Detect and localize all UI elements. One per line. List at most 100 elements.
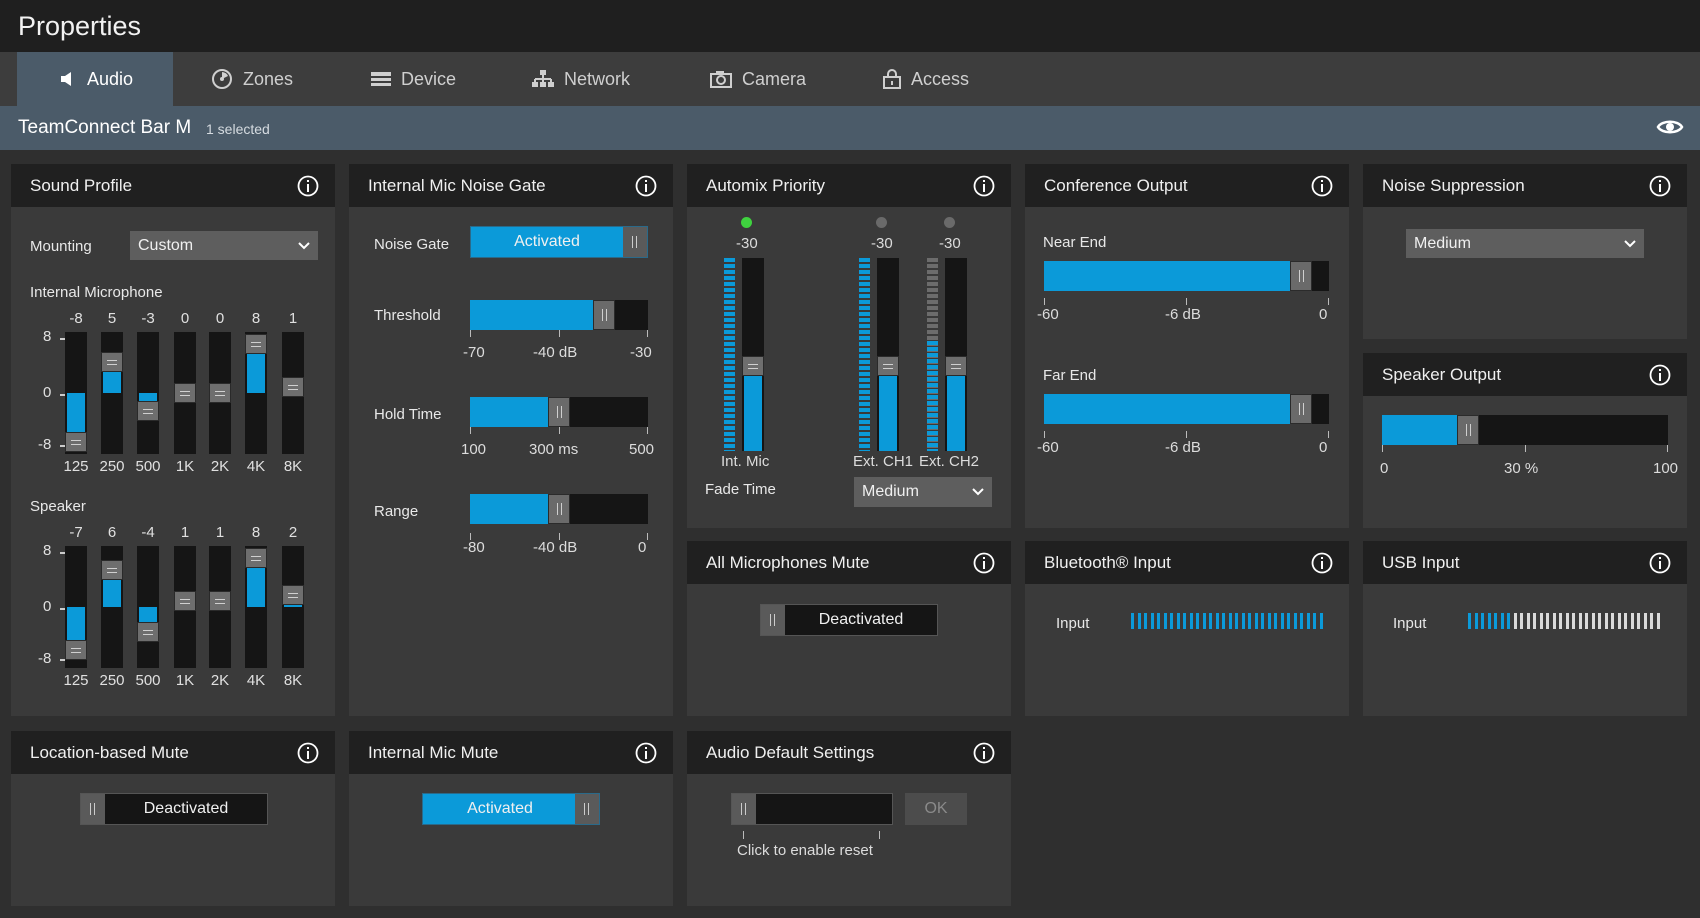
sound-profile-panel: Sound Profile Mounting Custom Internal M… (11, 164, 335, 716)
eq-knob[interactable] (101, 560, 123, 581)
far-end-slider[interactable] (1044, 394, 1329, 424)
info-icon[interactable] (973, 742, 995, 764)
slider-knob[interactable] (548, 397, 570, 427)
meter-segment (1552, 613, 1556, 629)
tab-audio[interactable]: Audio (17, 52, 173, 106)
fade-time-label: Fade Time (705, 481, 776, 498)
meter-segment (1546, 613, 1549, 629)
eq-knob[interactable] (65, 639, 87, 660)
eq-gain-value: 1 (180, 524, 190, 541)
fade-time-dropdown[interactable]: Medium (854, 477, 992, 507)
tab-network-label: Network (564, 68, 631, 89)
near-end-slider[interactable] (1044, 261, 1329, 291)
eq-knob[interactable] (245, 548, 267, 568)
meter-segment (1196, 613, 1199, 629)
fader-knob[interactable] (877, 356, 899, 376)
inactive-led (876, 217, 887, 228)
eq-knob[interactable] (209, 590, 231, 611)
eq-band-slider[interactable] (209, 546, 231, 668)
noise-gate-label: Noise Gate (374, 236, 450, 253)
tab-zones[interactable]: Zones (211, 52, 341, 106)
info-icon[interactable] (297, 742, 319, 764)
all-mics-mute-toggle[interactable]: Deactivated (760, 604, 938, 636)
far-end-label: Far End (1043, 367, 1097, 384)
threshold-slider[interactable] (470, 300, 648, 330)
tab-network[interactable]: Network (532, 52, 672, 106)
tab-access[interactable]: Access (883, 52, 1013, 106)
threshold-value: -40 dB (533, 344, 578, 361)
tick-mark (1186, 431, 1187, 438)
hold-time-slider[interactable] (470, 397, 648, 427)
location-mute-toggle[interactable]: Deactivated (80, 793, 268, 825)
info-icon[interactable] (1649, 364, 1671, 386)
tab-bar: Audio Zones Device Network Camera Access (0, 52, 1700, 106)
toggle-knob (623, 227, 647, 257)
eq-band-slider[interactable] (282, 546, 304, 668)
eq-scale-bottom: -8 (38, 650, 52, 667)
slider-knob[interactable] (592, 300, 615, 330)
fader-knob[interactable] (945, 356, 967, 376)
eq-band-slider[interactable] (137, 546, 159, 668)
reset-slider-knob[interactable] (732, 794, 756, 824)
int-mic-fader[interactable] (742, 258, 764, 451)
info-icon[interactable] (1649, 175, 1671, 197)
meter-segment (1585, 613, 1588, 629)
info-icon[interactable] (635, 742, 657, 764)
tab-camera[interactable]: Camera (710, 52, 840, 106)
meter-segment (1624, 613, 1627, 629)
eq-freq-label: 4K (246, 672, 266, 689)
speaker-output-slider[interactable] (1382, 415, 1668, 445)
fader-fill (744, 366, 762, 451)
eq-band-slider[interactable] (174, 546, 196, 668)
range-min: -80 (463, 539, 485, 556)
meter-segment (1215, 613, 1219, 629)
ext-ch1-fader[interactable] (877, 258, 899, 451)
title-bar: Properties (0, 0, 1700, 52)
reset-slider[interactable] (731, 793, 893, 825)
meter-level (927, 341, 938, 451)
slider-knob[interactable] (1289, 394, 1312, 424)
meter-segment (1500, 613, 1504, 629)
inactive-led (944, 217, 955, 228)
meter-segment (1300, 613, 1303, 629)
panel-title: Internal Mic Mute (368, 743, 499, 762)
device-bar: TeamConnect Bar M 1 selected (0, 106, 1700, 150)
eq-gain-value: 6 (107, 524, 117, 541)
far-end-max: 0 (1319, 439, 1328, 456)
noise-gate-toggle[interactable]: Activated (470, 226, 648, 258)
info-icon[interactable] (1311, 552, 1333, 574)
tick-mark (559, 427, 560, 434)
info-icon[interactable] (1649, 552, 1671, 574)
range-slider[interactable] (470, 494, 648, 524)
eq-knob[interactable] (174, 590, 196, 611)
info-icon[interactable] (635, 175, 657, 197)
ok-button[interactable]: OK (905, 793, 967, 825)
internal-mic-mute-state: Activated (467, 800, 533, 817)
eq-band-slider[interactable] (65, 546, 87, 668)
meter-segment (1293, 613, 1297, 629)
slider-knob[interactable] (1456, 415, 1479, 445)
ext-ch2-fader[interactable] (945, 258, 967, 451)
info-icon[interactable] (973, 175, 995, 197)
internal-mic-mute-toggle[interactable]: Activated (422, 793, 600, 825)
eq-band-slider[interactable] (245, 546, 267, 668)
info-icon[interactable] (973, 552, 995, 574)
slider-knob[interactable] (1289, 261, 1312, 291)
info-icon[interactable] (1311, 175, 1333, 197)
panel-title: Conference Output (1044, 176, 1188, 195)
device-icon (371, 72, 391, 86)
eq-band-slider[interactable] (101, 546, 123, 668)
fader-knob[interactable] (742, 356, 764, 376)
meter-segment (1241, 613, 1245, 629)
eq-knob[interactable] (137, 621, 159, 642)
all-mics-mute-state: Deactivated (818, 611, 904, 628)
noise-suppression-dropdown[interactable]: Medium (1406, 229, 1644, 258)
bluetooth-input-panel: Bluetooth® Input Input (1025, 541, 1349, 716)
tab-device[interactable]: Device (371, 52, 501, 106)
eq-knob[interactable] (282, 584, 304, 605)
eye-icon[interactable] (1656, 117, 1684, 137)
panel-title: Noise Suppression (1382, 176, 1525, 195)
chevron-down-icon (972, 488, 984, 496)
slider-knob[interactable] (548, 494, 570, 524)
toggle-knob (761, 605, 785, 635)
